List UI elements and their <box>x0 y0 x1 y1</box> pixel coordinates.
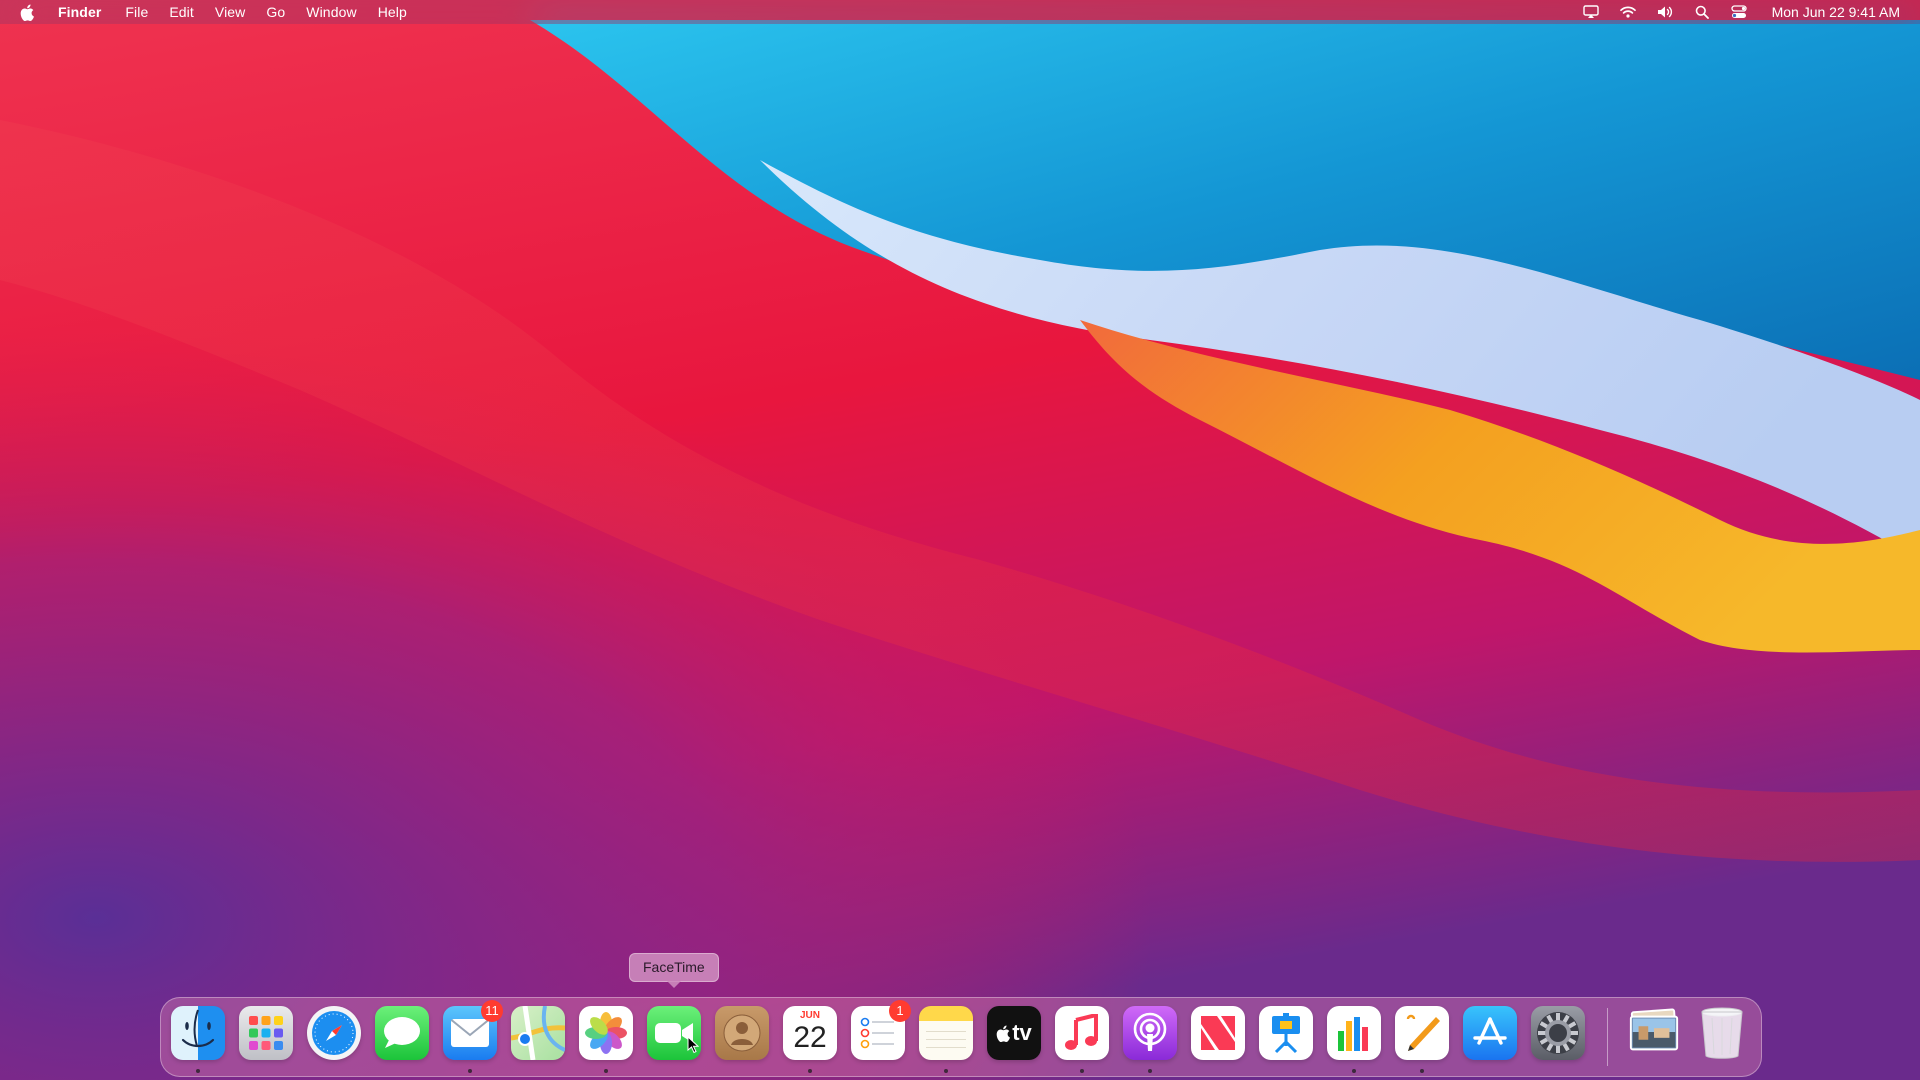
menu-edit[interactable]: Edit <box>169 4 194 20</box>
running-indicator <box>1080 1069 1084 1073</box>
calendar-icon[interactable]: JUN 22 <box>783 1006 837 1060</box>
running-indicator <box>808 1069 812 1073</box>
menu-window[interactable]: Window <box>306 4 356 20</box>
menu-bar-left: Finder File Edit View Go Window Help <box>0 0 428 24</box>
music-icon[interactable] <box>1055 1006 1109 1060</box>
pages-icon[interactable] <box>1395 1006 1449 1060</box>
menu-go[interactable]: Go <box>266 4 285 20</box>
downloads-stack-icon[interactable] <box>1627 1006 1681 1060</box>
contacts-icon[interactable] <box>715 1006 769 1060</box>
safari-icon[interactable] <box>307 1006 361 1060</box>
menu-help[interactable]: Help <box>378 4 407 20</box>
keynote-icon[interactable] <box>1259 1006 1313 1060</box>
finder-icon[interactable] <box>171 1006 225 1060</box>
reminders-badge: 1 <box>889 1000 911 1022</box>
menu-bar-right: Mon Jun 22 9:41 AM <box>1565 0 1920 24</box>
running-indicator <box>1352 1069 1356 1073</box>
dock: 11 JUN 22 1 tv <box>160 997 1762 1077</box>
photos-icon[interactable] <box>579 1006 633 1060</box>
wifi-icon[interactable] <box>1617 1 1639 23</box>
trash-icon[interactable] <box>1695 1006 1749 1060</box>
airplay-icon[interactable] <box>1580 1 1602 23</box>
dock-separator <box>1607 1008 1608 1066</box>
maps-icon[interactable] <box>511 1006 565 1060</box>
menu-view[interactable]: View <box>215 4 246 20</box>
running-indicator <box>604 1069 608 1073</box>
volume-icon[interactable] <box>1654 1 1676 23</box>
desktop-wallpaper <box>0 0 1920 1080</box>
spotlight-search-icon[interactable] <box>1691 1 1713 23</box>
news-icon[interactable] <box>1191 1006 1245 1060</box>
running-indicator <box>1420 1069 1424 1073</box>
dock-tooltip: FaceTime <box>629 953 719 988</box>
menu-file[interactable]: File <box>125 4 148 20</box>
menu-bar: Finder File Edit View Go Window Help Mon… <box>0 0 1920 24</box>
launchpad-icon[interactable] <box>239 1006 293 1060</box>
notes-icon[interactable] <box>919 1006 973 1060</box>
control-center-icon[interactable] <box>1728 1 1750 23</box>
apple-logo-icon[interactable] <box>20 3 36 21</box>
menu-bar-clock[interactable]: Mon Jun 22 9:41 AM <box>1772 4 1900 20</box>
system-preferences-icon[interactable] <box>1531 1006 1585 1060</box>
calendar-day: 22 <box>793 1021 827 1054</box>
tv-label: tv <box>1012 1020 1032 1045</box>
podcasts-icon[interactable] <box>1123 1006 1177 1060</box>
messages-icon[interactable] <box>375 1006 429 1060</box>
mail-icon[interactable]: 11 <box>443 1000 503 1060</box>
apple-tv-icon[interactable]: tv <box>987 1006 1041 1060</box>
menu-app-name[interactable]: Finder <box>58 4 101 20</box>
mouse-cursor-icon <box>687 1035 700 1059</box>
reminders-icon[interactable]: 1 <box>851 1000 911 1060</box>
mail-badge: 11 <box>481 1000 503 1022</box>
running-indicator <box>196 1069 200 1073</box>
app-store-icon[interactable] <box>1463 1006 1517 1060</box>
numbers-icon[interactable] <box>1327 1006 1381 1060</box>
running-indicator <box>944 1069 948 1073</box>
running-indicator <box>468 1069 472 1073</box>
running-indicator <box>1148 1069 1152 1073</box>
